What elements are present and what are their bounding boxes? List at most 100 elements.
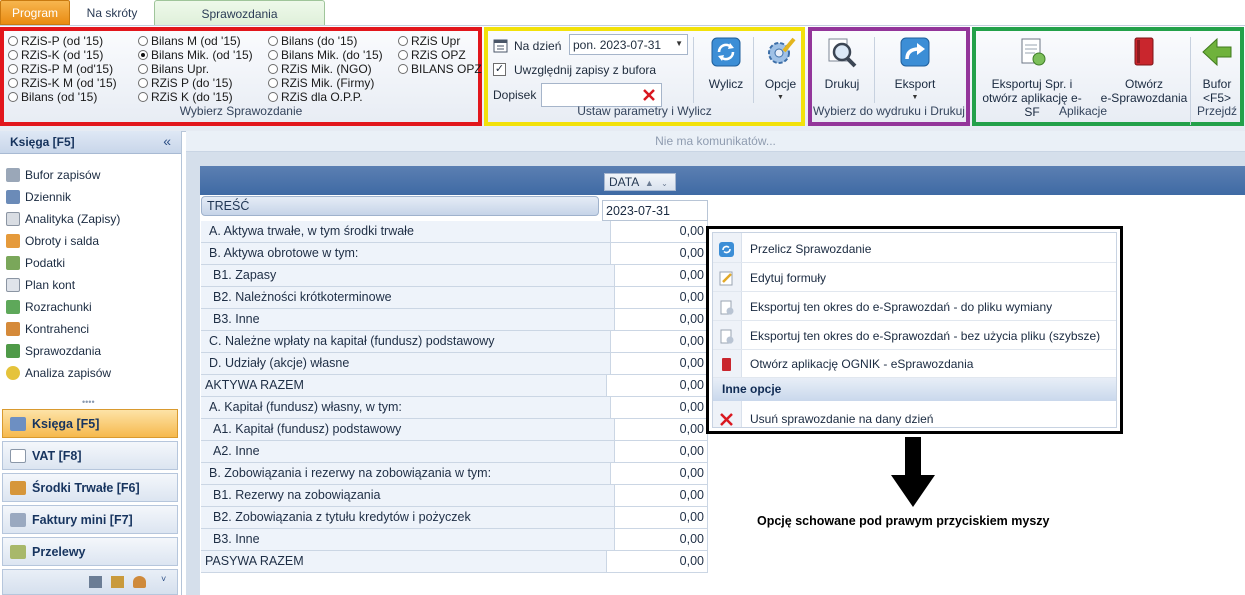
- chevron-down-icon: ▼: [777, 94, 784, 101]
- calculate-button[interactable]: Wylicz: [701, 35, 751, 91]
- radio-rzis-k-od15[interactable]: RZiS-K (od '15): [8, 48, 117, 62]
- date-picker[interactable]: pon. 2023-07-31 ▼: [569, 34, 688, 55]
- radio-rzis-p-do15[interactable]: RZiS P (do '15): [138, 76, 253, 90]
- module-ksiega[interactable]: Księga [F5]: [2, 409, 178, 438]
- users-icon[interactable]: [133, 576, 146, 588]
- menu-item-edit-formulas[interactable]: Edytuj formuły: [713, 264, 1116, 292]
- fixed-assets-icon: [10, 480, 26, 495]
- radio-rzis-mik-firmy[interactable]: RZiS Mik. (Firmy): [268, 76, 383, 90]
- row-label: PASYWA RAZEM: [201, 551, 607, 572]
- ledger-icon: [10, 416, 26, 431]
- settlements-icon: [6, 300, 20, 314]
- nav-item-dziennik[interactable]: Dziennik: [6, 187, 71, 207]
- radio-rzis-p-m-od15[interactable]: RZiS-P M (od'15): [8, 62, 117, 76]
- radio-bilans-od15[interactable]: Bilans (od '15): [8, 90, 117, 104]
- table-row[interactable]: B. Aktywa obrotowe w tym: 0,00: [201, 243, 707, 265]
- menu-item-export-file[interactable]: Eksportuj ten okres do e-Sprawozdań - do…: [713, 293, 1116, 321]
- options-button[interactable]: Opcje ▼: [758, 35, 803, 101]
- row-value: 0,00: [679, 312, 704, 326]
- annotation-text: Opcję schowane pod prawym przyciskiem my…: [757, 514, 1050, 528]
- table-row[interactable]: AKTYWA RAZEM 0,00: [201, 375, 707, 397]
- radio-rzis-upr[interactable]: RZiS Upr: [398, 34, 482, 48]
- tab-shortcuts[interactable]: Na skróty: [72, 0, 152, 25]
- table-row[interactable]: B3. Inne 0,00: [201, 309, 707, 331]
- table-row[interactable]: A2. Inne 0,00: [201, 441, 707, 463]
- module-srodki-trwale[interactable]: Środki Trwałe [F6]: [2, 473, 178, 502]
- radio-bilans-mik-do15[interactable]: Bilans Mik. (do '15): [268, 48, 383, 62]
- radio-rzis-mik-ngo[interactable]: RZiS Mik. (NGO): [268, 62, 383, 76]
- balance-icon: [6, 234, 20, 248]
- tab-reports[interactable]: Sprawozdania: [154, 0, 325, 25]
- splitter-handle[interactable]: ••••: [82, 397, 95, 407]
- table-row[interactable]: A. Kapitał (fundusz) własny, w tym: 0,00: [201, 397, 707, 419]
- radio-bilans-m-od15[interactable]: Bilans M (od '15): [138, 34, 253, 48]
- nav-item-podatki[interactable]: Podatki: [6, 253, 65, 273]
- chevron-down-icon[interactable]: ⌄: [661, 179, 668, 188]
- delete-icon: [720, 413, 733, 426]
- menu-item-open-ognik[interactable]: Otwórz aplikację OGNIK - eSprawozdania: [713, 350, 1116, 378]
- table-row[interactable]: B3. Inne 0,00: [201, 529, 707, 551]
- context-menu-highlight: Przelicz Sprawozdanie Edytuj formuły Eks…: [706, 226, 1123, 434]
- menu-item-recalculate[interactable]: Przelicz Sprawozdanie: [713, 235, 1116, 263]
- nav-item-sprawozdania[interactable]: Sprawozdania: [6, 341, 101, 361]
- radio-bilans-do15[interactable]: Bilans (do '15): [268, 34, 383, 48]
- date-column-header[interactable]: DATA ▲ ⌄: [604, 173, 676, 191]
- export-button[interactable]: Eksport ▼: [884, 35, 946, 101]
- nav-item-rozrachunki[interactable]: Rozrachunki: [6, 297, 92, 317]
- module-vat[interactable]: VAT [F8]: [2, 441, 178, 470]
- table-row[interactable]: A. Aktywa trwałe, w tym środki trwałe 0,0…: [201, 221, 707, 243]
- radio-bilans-upr[interactable]: Bilans Upr.: [138, 62, 253, 76]
- nav-item-analityka[interactable]: Analityka (Zapisy): [6, 209, 120, 229]
- buffer-goto-button[interactable]: Bufor <F5>: [1194, 35, 1240, 105]
- buffer-checkbox[interactable]: ✓: [493, 63, 506, 76]
- group-label-apps: Aplikacje: [1058, 104, 1108, 118]
- tab-program[interactable]: Program: [0, 0, 70, 25]
- row-value: 0,00: [679, 510, 704, 524]
- collapse-icon[interactable]: «: [163, 133, 171, 149]
- radio-rzis-p-od15[interactable]: RZiS-P (od '15): [8, 34, 117, 48]
- table-row[interactable]: PASYWA RAZEM 0,00: [201, 551, 707, 573]
- module-faktury-mini[interactable]: Faktury mini [F7]: [2, 505, 178, 534]
- chevron-down-icon[interactable]: ▼: [675, 39, 683, 48]
- radio-bilans-opz[interactable]: BILANS OPZ: [398, 62, 482, 76]
- nav-item-analiza[interactable]: Analiza zapisów: [6, 363, 111, 383]
- notes-icon[interactable]: [111, 576, 124, 588]
- document-icon: [6, 212, 20, 226]
- open-esprawozdania-button[interactable]: Otwórz e-Sprawozdania: [1096, 35, 1192, 105]
- row-label: B1. Zapasy: [201, 265, 615, 286]
- document-export-icon: [1021, 38, 1046, 66]
- buffer-icon: [6, 168, 20, 182]
- table-row[interactable]: B2. Należności krótkoterminowe 0,00: [201, 287, 707, 309]
- radio-bilans-mik-od15[interactable]: Bilans Mik. (od '15): [138, 48, 253, 62]
- tresc-column-header[interactable]: TREŚĆ: [201, 196, 599, 216]
- table-row[interactable]: C. Należne wpłaty na kapitał (fundusz) p…: [201, 331, 707, 353]
- document-export-icon: [720, 300, 734, 315]
- nav-item-kontrahenci[interactable]: Kontrahenci: [6, 319, 89, 339]
- menu-item-export-direct[interactable]: Eksportuj ten okres do e-Sprawozdań - be…: [713, 322, 1116, 350]
- table-row[interactable]: B1. Zapasy 0,00: [201, 265, 707, 287]
- row-label: A. Kapitał (fundusz) własny, w tym:: [201, 397, 611, 418]
- radio-rzis-k-do15[interactable]: RZiS K (do '15): [138, 90, 253, 104]
- table-row[interactable]: B2. Zobowiązania z tytułu kredytów i poż…: [201, 507, 707, 529]
- table-row[interactable]: B. Zobowiązania i rezerwy na zobowiązani…: [201, 463, 707, 485]
- chevron-down-icon[interactable]: ˅: [161, 574, 166, 584]
- row-value: 0,00: [679, 400, 704, 414]
- invoice-icon: [10, 512, 26, 527]
- radio-column-1: RZiS-P (od '15) RZiS-K (od '15) RZiS-P M…: [8, 34, 117, 104]
- radio-rzis-opp[interactable]: RZiS dla O.P.P.: [268, 90, 383, 104]
- nav-item-obroty[interactable]: Obroty i salda: [6, 231, 99, 251]
- nav-item-plan-kont[interactable]: Plan kont: [6, 275, 75, 295]
- menu-item-delete-report[interactable]: Usuń sprawozdanie na dany dzień: [713, 405, 1116, 433]
- clear-icon[interactable]: [642, 88, 656, 102]
- arrow-down-icon: [891, 437, 935, 507]
- calculator-icon[interactable]: [89, 576, 102, 588]
- table-row[interactable]: A1. Kapitał (fundusz) podstawowy 0,00: [201, 419, 707, 441]
- radio-rzis-opz[interactable]: RZiS OPZ: [398, 48, 482, 62]
- nav-item-bufor[interactable]: Bufor zapisów: [6, 165, 100, 185]
- radio-rzis-k-m-od15[interactable]: RZiS-K M (od '15): [8, 76, 117, 90]
- print-button[interactable]: Drukuj: [818, 35, 866, 91]
- table-row[interactable]: D. Udziały (akcje) własne 0,00: [201, 353, 707, 375]
- left-navigation: Księga [F5] « Bufor zapisów Dziennik Ana…: [0, 131, 182, 595]
- table-row[interactable]: B1. Rezerwy na zobowiązania 0,00: [201, 485, 707, 507]
- module-przelewy[interactable]: Przelewy: [2, 537, 178, 566]
